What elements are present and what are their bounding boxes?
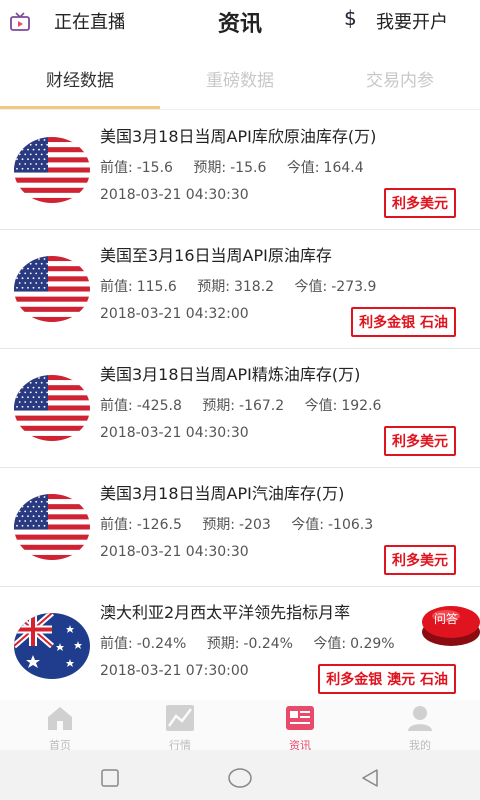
nav-home[interactable]: 首页 [0, 704, 120, 753]
forecast-label: 预期: [206, 636, 240, 652]
list-item[interactable]: 美国3月18日当周API精炼油库存(万) 前值: -425.8 预期: -167.2… [0, 349, 480, 468]
us-flag-icon [14, 375, 90, 441]
actual-label: 今值: [291, 517, 324, 533]
forecast-value: -0.24% [243, 636, 293, 652]
impact-tag: 利多金银 石油 [351, 307, 456, 337]
top-bar: 正在直播 资讯 $ 我要开户 [0, 0, 480, 40]
forecast-label: 预期: [202, 517, 236, 533]
actual-value: 164.4 [323, 160, 364, 176]
actual-value: -273.9 [331, 279, 377, 295]
prev-value: 115.6 [136, 279, 177, 295]
australia-flag-icon [14, 613, 90, 679]
prev-value: -425.8 [136, 398, 182, 414]
actual-value: -106.3 [327, 517, 374, 533]
prev-label: 前值: [100, 517, 133, 533]
forecast-value: -15.6 [230, 160, 267, 176]
item-date: 2018-03-21 04:30:30 [100, 425, 249, 441]
chart-icon [166, 705, 194, 731]
tab-bar: 财经数据 重磅数据 交易内参 [0, 50, 480, 110]
home-button-icon[interactable] [228, 768, 252, 788]
bottom-nav: 首页 行情 资讯 我的 [0, 700, 480, 753]
prev-label: 前值: [100, 398, 133, 414]
nav-profile[interactable]: 我的 [360, 704, 480, 753]
actual-value: 0.29% [350, 636, 395, 652]
prev-value: -126.5 [136, 517, 182, 533]
list-item[interactable]: 澳大利亚2月西太平洋领先指标月率 前值: -0.24% 预期: -0.24% 今值:… [0, 587, 480, 706]
prev-value: -0.24% [136, 636, 187, 652]
impact-tag: 利多美元 [384, 545, 456, 575]
prev-value: -15.6 [136, 160, 173, 176]
item-title: 澳大利亚2月西太平洋领先指标月率 [100, 603, 351, 622]
actual-label: 今值: [313, 636, 347, 652]
us-flag-icon [14, 137, 90, 203]
item-date: 2018-03-21 04:30:30 [100, 544, 249, 560]
item-values: 前值: -0.24% 预期: -0.24% 今值: 0.29% [100, 633, 411, 653]
prev-label: 前值: [100, 160, 133, 176]
tab-trading-insider[interactable]: 交易内参 [320, 66, 480, 91]
home-icon [48, 707, 72, 730]
ask-question-button[interactable]: 问答 [420, 598, 480, 648]
forecast-value: 318.2 [233, 279, 275, 295]
actual-label: 今值: [286, 160, 320, 176]
forecast-value: -167.2 [239, 398, 285, 414]
us-flag-icon [14, 494, 90, 560]
open-account-button[interactable]: 我要开户 [376, 8, 448, 34]
item-title: 美国3月18日当周API库欣原油库存(万) [100, 127, 377, 146]
forecast-value: -203 [239, 517, 271, 533]
item-title: 美国至3月16日当周API原油库存 [100, 246, 332, 265]
list-item[interactable]: 美国至3月16日当周API原油库存 前值: 115.6 预期: 318.2 今值: -… [0, 230, 480, 349]
actual-label: 今值: [294, 279, 328, 295]
system-nav-bar [0, 750, 480, 800]
user-icon [408, 706, 432, 731]
item-values: 前值: 115.6 预期: 318.2 今值: -273.9 [100, 276, 392, 296]
impact-tag: 利多美元 [384, 426, 456, 456]
forecast-label: 预期: [202, 398, 236, 414]
tab-major-data[interactable]: 重磅数据 [160, 66, 320, 91]
item-title: 美国3月18日当周API精炼油库存(万) [100, 365, 361, 384]
prev-label: 前值: [100, 279, 133, 295]
actual-value: 192.6 [341, 398, 382, 414]
item-date: 2018-03-21 04:30:30 [100, 187, 249, 203]
recent-apps-icon[interactable] [100, 768, 120, 788]
nav-market[interactable]: 行情 [120, 704, 240, 753]
dollar-icon[interactable]: $ [344, 6, 357, 30]
forecast-label: 预期: [193, 160, 227, 176]
item-values: 前值: -126.5 预期: -203 今值: -106.3 [100, 514, 389, 534]
forecast-label: 预期: [197, 279, 230, 295]
ask-button-label: 问答 [434, 611, 458, 626]
item-title: 美国3月18日当周API汽油库存(万) [100, 484, 345, 503]
back-icon[interactable] [360, 768, 380, 788]
active-tab-indicator [0, 106, 160, 109]
prev-label: 前值: [100, 636, 133, 652]
tab-financial-data[interactable]: 财经数据 [0, 66, 160, 91]
nav-news[interactable]: 资讯 [240, 704, 360, 753]
item-values: 前值: -15.6 预期: -15.6 今值: 164.4 [100, 157, 380, 177]
item-values: 前值: -425.8 预期: -167.2 今值: 192.6 [100, 395, 397, 415]
news-list: 美国3月18日当周API库欣原油库存(万) 前值: -15.6 预期: -15.6 … [0, 111, 480, 706]
list-item[interactable]: 美国3月18日当周API汽油库存(万) 前值: -126.5 预期: -203 今值… [0, 468, 480, 587]
list-item[interactable]: 美国3月18日当周API库欣原油库存(万) 前值: -15.6 预期: -15.6 … [0, 111, 480, 230]
news-icon [286, 706, 314, 730]
impact-tag: 利多美元 [384, 188, 456, 218]
item-date: 2018-03-21 07:30:00 [100, 663, 249, 679]
us-flag-icon [14, 256, 90, 322]
impact-tag: 利多金银 澳元 石油 [318, 664, 456, 694]
item-date: 2018-03-21 04:32:00 [100, 306, 249, 322]
actual-label: 今值: [304, 398, 338, 414]
